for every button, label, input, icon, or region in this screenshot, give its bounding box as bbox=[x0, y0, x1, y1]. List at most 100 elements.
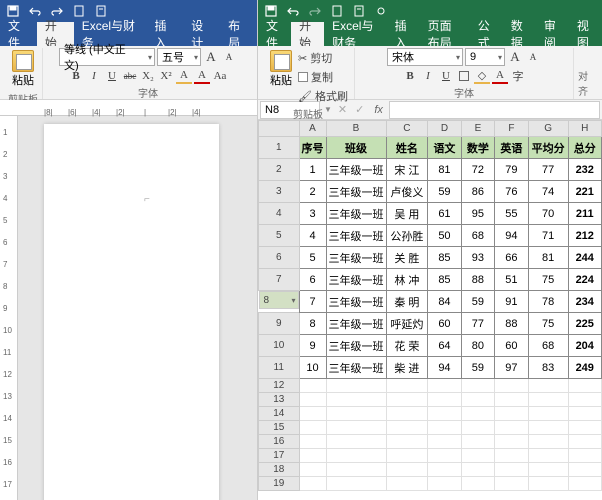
cell[interactable]: 85 bbox=[428, 269, 461, 291]
doc-icon[interactable] bbox=[72, 4, 86, 18]
cell[interactable]: 9 bbox=[299, 335, 326, 357]
cell[interactable] bbox=[299, 393, 326, 407]
cell[interactable] bbox=[495, 477, 528, 491]
size-select[interactable]: 9 bbox=[465, 48, 505, 66]
cell[interactable] bbox=[428, 435, 461, 449]
cell[interactable]: 5 bbox=[299, 247, 326, 269]
cell[interactable] bbox=[528, 421, 568, 435]
doc2-icon[interactable] bbox=[94, 4, 108, 18]
cell[interactable]: 4 bbox=[299, 225, 326, 247]
row-header[interactable]: 10 bbox=[259, 335, 300, 357]
cell[interactable] bbox=[428, 477, 461, 491]
row-header[interactable]: 18 bbox=[259, 463, 300, 477]
row-header[interactable]: 13 bbox=[259, 393, 300, 407]
menu-layout[interactable]: 页面布局 bbox=[420, 22, 470, 46]
cell[interactable]: 三年级一班 bbox=[326, 225, 386, 247]
redo-icon[interactable] bbox=[50, 4, 64, 18]
cell[interactable]: 7 bbox=[299, 291, 326, 313]
cell[interactable]: 232 bbox=[568, 159, 602, 181]
case-button[interactable]: Aa bbox=[212, 68, 228, 84]
table-header-cell[interactable]: 序号 bbox=[299, 137, 326, 159]
menu-addon[interactable]: Excel与财务 bbox=[324, 22, 386, 46]
cell[interactable]: 79 bbox=[495, 159, 528, 181]
cell[interactable]: 68 bbox=[528, 335, 568, 357]
cell[interactable]: 柴 进 bbox=[386, 357, 428, 379]
cell[interactable]: 64 bbox=[428, 335, 461, 357]
row-header[interactable]: 14 bbox=[259, 407, 300, 421]
cell[interactable]: 88 bbox=[495, 313, 528, 335]
cell[interactable]: 212 bbox=[568, 225, 602, 247]
row-header[interactable]: 8 bbox=[259, 291, 299, 309]
cell[interactable]: 249 bbox=[568, 357, 602, 379]
cell[interactable]: 93 bbox=[461, 247, 494, 269]
col-header[interactable]: C bbox=[386, 121, 428, 137]
cell[interactable]: 75 bbox=[528, 313, 568, 335]
row-header[interactable]: 2 bbox=[259, 159, 300, 181]
cell[interactable]: 2 bbox=[299, 181, 326, 203]
cell[interactable]: 55 bbox=[495, 203, 528, 225]
cell[interactable] bbox=[326, 435, 386, 449]
cell[interactable] bbox=[299, 435, 326, 449]
cell[interactable]: 78 bbox=[528, 291, 568, 313]
col-header[interactable]: B bbox=[326, 121, 386, 137]
table-header-cell[interactable]: 姓名 bbox=[386, 137, 428, 159]
cell[interactable] bbox=[568, 435, 602, 449]
row-header[interactable]: 4 bbox=[259, 203, 300, 225]
cell[interactable] bbox=[461, 435, 494, 449]
menu-view[interactable]: 视图 bbox=[569, 22, 602, 46]
menu-insert[interactable]: 插入 bbox=[146, 22, 183, 46]
copy-button[interactable]: 复制 bbox=[296, 68, 350, 86]
cell[interactable] bbox=[326, 379, 386, 393]
cell[interactable] bbox=[461, 407, 494, 421]
cell[interactable] bbox=[461, 393, 494, 407]
col-header[interactable]: F bbox=[495, 121, 528, 137]
cell[interactable] bbox=[568, 393, 602, 407]
document-page[interactable]: ⌐ bbox=[44, 124, 219, 500]
cell[interactable]: 234 bbox=[568, 291, 602, 313]
cell[interactable] bbox=[495, 393, 528, 407]
cell[interactable]: 76 bbox=[495, 181, 528, 203]
cell[interactable] bbox=[495, 421, 528, 435]
cell[interactable]: 94 bbox=[495, 225, 528, 247]
row-header[interactable]: 16 bbox=[259, 435, 300, 449]
cell[interactable]: 86 bbox=[461, 181, 494, 203]
shrink-font-icon[interactable]: A bbox=[221, 49, 237, 65]
horizontal-ruler[interactable]: |8||6||4||2|||2||4| bbox=[0, 100, 257, 116]
dropdown-icon[interactable]: ▼ bbox=[322, 105, 334, 114]
superscript-button[interactable]: X² bbox=[158, 68, 174, 84]
cell[interactable] bbox=[326, 463, 386, 477]
menu-formula[interactable]: 公式 bbox=[470, 22, 503, 46]
table-header-cell[interactable]: 英语 bbox=[495, 137, 528, 159]
cell[interactable]: 211 bbox=[568, 203, 602, 225]
fill-button[interactable]: ◇ bbox=[474, 68, 490, 84]
fontcolor-button[interactable]: A bbox=[492, 68, 508, 84]
cell[interactable] bbox=[428, 407, 461, 421]
cell[interactable]: 221 bbox=[568, 181, 602, 203]
cell[interactable] bbox=[299, 421, 326, 435]
row-header[interactable]: 3 bbox=[259, 181, 300, 203]
format-painter-button[interactable]: 🖌格式刷 bbox=[296, 87, 350, 105]
menu-review[interactable]: 审阅 bbox=[536, 22, 569, 46]
menu-file[interactable]: 文件 bbox=[0, 22, 37, 46]
cell[interactable] bbox=[299, 407, 326, 421]
cell[interactable]: 61 bbox=[428, 203, 461, 225]
menu-layout[interactable]: 布局 bbox=[220, 22, 257, 46]
highlight-button[interactable]: A bbox=[176, 68, 192, 84]
cell[interactable]: 6 bbox=[299, 269, 326, 291]
underline-button[interactable]: U bbox=[438, 68, 454, 84]
cell[interactable]: 59 bbox=[461, 357, 494, 379]
cell[interactable]: 94 bbox=[428, 357, 461, 379]
cell[interactable] bbox=[386, 393, 428, 407]
cell[interactable]: 70 bbox=[528, 203, 568, 225]
col-header[interactable]: E bbox=[461, 121, 494, 137]
row-header[interactable]: 9 bbox=[259, 313, 300, 335]
cell[interactable] bbox=[461, 421, 494, 435]
cell[interactable]: 68 bbox=[461, 225, 494, 247]
cell[interactable]: 71 bbox=[528, 225, 568, 247]
cell[interactable] bbox=[326, 477, 386, 491]
cell[interactable]: 97 bbox=[495, 357, 528, 379]
row-header[interactable]: 12 bbox=[259, 379, 300, 393]
cell[interactable]: 83 bbox=[528, 357, 568, 379]
confirm-icon[interactable]: ✓ bbox=[351, 103, 368, 116]
cell[interactable] bbox=[568, 379, 602, 393]
